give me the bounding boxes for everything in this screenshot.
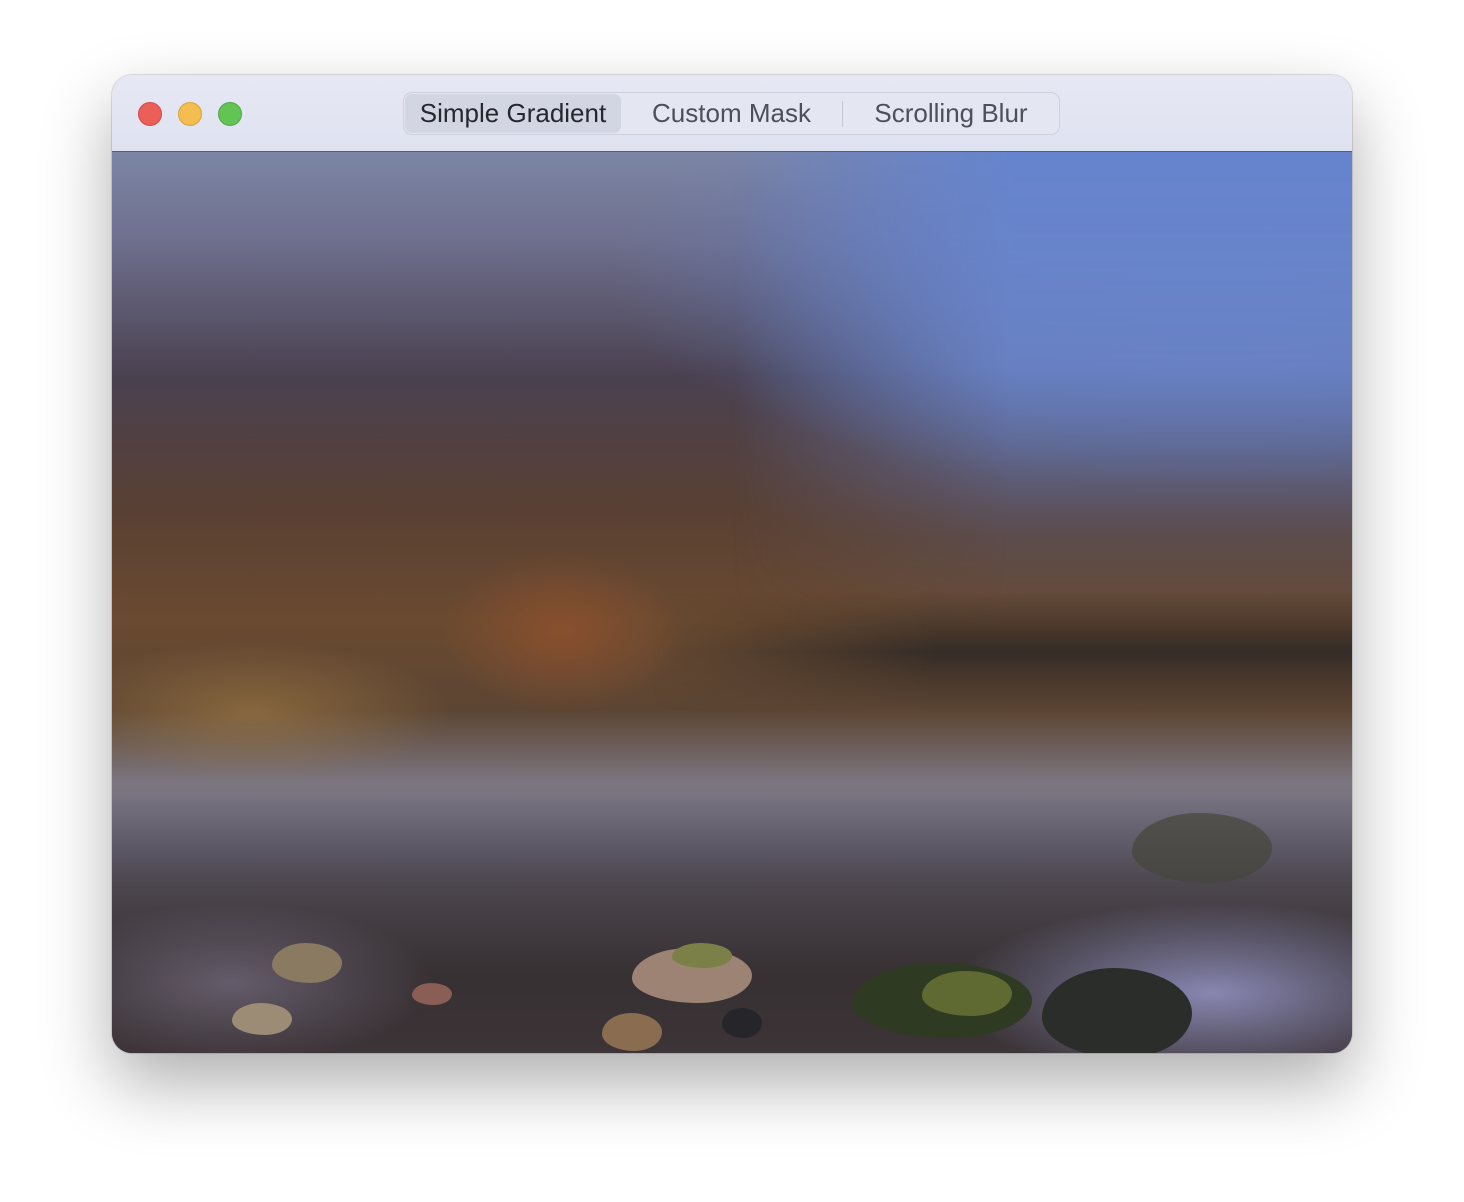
pebble <box>232 1003 292 1035</box>
pebble <box>722 1008 762 1038</box>
app-window: Simple Gradient Custom Mask Scrolling Bl… <box>112 75 1352 1053</box>
pebble <box>672 943 732 968</box>
minimize-button[interactable] <box>178 102 202 126</box>
photo-sky-region <box>732 152 1352 632</box>
pebble <box>412 983 452 1005</box>
title-bar: Simple Gradient Custom Mask Scrolling Bl… <box>112 75 1352 152</box>
blurred-photo-view <box>112 152 1352 1053</box>
segment-scrolling-blur[interactable]: Scrolling Blur <box>843 94 1059 133</box>
segment-simple-gradient[interactable]: Simple Gradient <box>405 94 621 133</box>
segment-label: Custom Mask <box>652 98 811 128</box>
pebble <box>602 1013 662 1051</box>
close-button[interactable] <box>138 102 162 126</box>
zoom-button[interactable] <box>218 102 242 126</box>
segment-label: Simple Gradient <box>419 98 607 128</box>
pebble <box>272 943 342 983</box>
pebble <box>1132 813 1272 883</box>
segment-custom-mask[interactable]: Custom Mask <box>621 94 842 133</box>
view-segmented-control: Simple Gradient Custom Mask Scrolling Bl… <box>403 92 1060 135</box>
pebble <box>922 971 1012 1016</box>
photo-ground-region <box>112 793 1352 1053</box>
segment-label: Scrolling Blur <box>874 98 1028 128</box>
pebble <box>1042 968 1192 1053</box>
photo-horizon-band <box>652 592 1352 712</box>
